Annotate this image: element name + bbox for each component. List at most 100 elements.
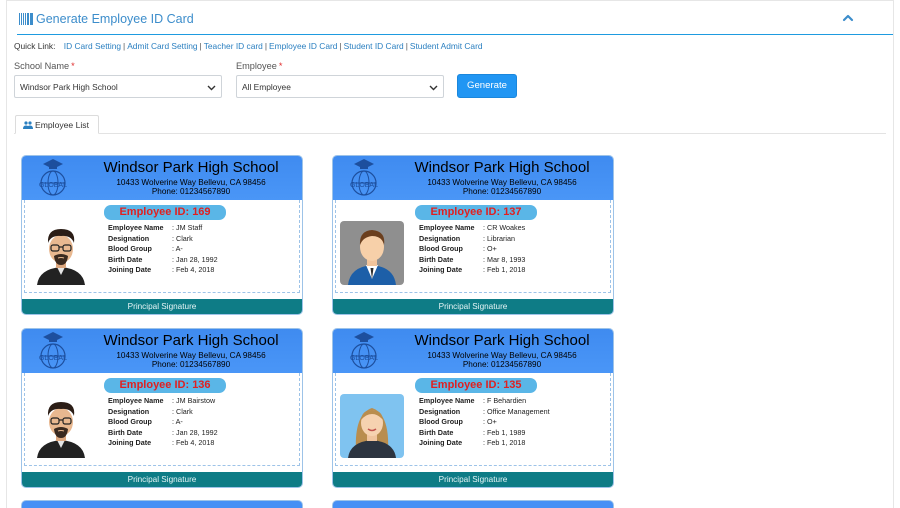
employee-info: Employee Name JM Bairstow Designation Clark… — [108, 396, 218, 449]
field-value: JM Bairstow — [172, 396, 215, 405]
man-beard-avatar — [29, 221, 93, 285]
field-label: Joining Date — [108, 265, 152, 275]
quick-link-teacher-id-card[interactable]: Teacher ID card — [204, 41, 263, 51]
info-row-name: Employee Name F Behardien — [419, 396, 550, 407]
quick-links-label: Quick Link: — [14, 41, 56, 51]
id-card: GLOBAL Windsor Park High School 10433 Wolv… — [332, 155, 614, 315]
card-header: GLOBAL Windsor Park High School 10433 Wolv… — [333, 156, 613, 200]
school-address: 10433 Wolverine Way Bellevu, CA 98456 — [427, 178, 577, 187]
chevron-up-icon[interactable] — [841, 11, 855, 25]
tab-divider — [14, 133, 886, 134]
field-label: Blood Group — [108, 417, 152, 427]
card-header: GLOBAL Windsor Park High School 10433 Wolv… — [22, 156, 302, 200]
school-phone: Phone: 01234567890 — [462, 187, 542, 196]
card-body: Employee ID: 137 Employee Name CR Woakes De… — [335, 200, 611, 293]
employee-photo — [29, 221, 93, 285]
id-card-partial — [332, 500, 614, 508]
link-separator: | — [199, 41, 202, 51]
employee-photo — [340, 394, 404, 458]
field-label: Employee Name — [108, 223, 164, 232]
field-label: Designation — [108, 233, 150, 243]
field-label: Employee Name — [419, 223, 475, 232]
field-label: Employee Name — [108, 396, 164, 405]
card-body: Employee ID: 135 Employee Name F Behardien… — [335, 373, 611, 466]
field-value: Feb 4, 2018 — [172, 265, 214, 274]
quick-link-student-id-card[interactable]: Student ID Card — [344, 41, 404, 51]
quick-link-student-admit-card[interactable]: Student Admit Card — [410, 41, 483, 51]
school-address: 10433 Wolverine Way Bellevu, CA 98456 — [116, 351, 266, 360]
school-name: Windsor Park High School — [414, 332, 590, 349]
school-phone: Phone: 01234567890 — [151, 187, 231, 196]
field-value: JM Staff — [172, 223, 202, 232]
school-name: Windsor Park High School — [103, 332, 279, 349]
info-row-joining: Joining Date Feb 4, 2018 — [108, 438, 218, 449]
field-label: Joining Date — [419, 438, 463, 448]
employee-info: Employee Name F Behardien Designation Offic… — [419, 396, 550, 449]
link-separator: | — [405, 41, 408, 51]
quick-link-id-card-setting[interactable]: ID Card Setting — [64, 41, 121, 51]
info-row-birth: Birth Date Jan 28, 1992 — [108, 255, 218, 266]
info-row-birth: Birth Date Mar 8, 1993 — [419, 255, 525, 266]
quick-links: Quick Link: ID Card Setting | Admit Card S… — [14, 41, 483, 51]
barcode-icon — [19, 13, 33, 25]
field-value: Feb 1, 1989 — [483, 428, 525, 437]
chevron-down-icon — [429, 85, 438, 91]
field-label: Designation — [108, 406, 150, 416]
page-title: Generate Employee ID Card — [36, 12, 194, 26]
info-row-joining: Joining Date Feb 1, 2018 — [419, 265, 525, 276]
field-value: Clark — [172, 234, 193, 243]
quick-link-admit-card-setting[interactable]: Admit Card Setting — [127, 41, 197, 51]
employee-id-badge: Employee ID: 135 — [415, 378, 537, 393]
woman-avatar — [340, 394, 404, 458]
id-card: GLOBAL Windsor Park High School 10433 Wolv… — [21, 328, 303, 488]
field-value: Office Management — [483, 407, 550, 416]
field-value: Mar 8, 1993 — [483, 255, 525, 264]
school-phone: Phone: 01234567890 — [462, 360, 542, 369]
info-row-blood: Blood Group A- — [108, 417, 218, 428]
generate-button[interactable]: Generate — [457, 74, 517, 98]
chevron-down-icon — [207, 85, 216, 91]
field-value: Feb 1, 2018 — [483, 265, 525, 274]
school-address: 10433 Wolverine Way Bellevu, CA 98456 — [116, 178, 266, 187]
info-row-blood: Blood Group A- — [108, 244, 218, 255]
panel-header: Generate Employee ID Card — [17, 11, 893, 35]
field-label: Joining Date — [419, 265, 463, 275]
info-row-joining: Joining Date Feb 1, 2018 — [419, 438, 550, 449]
field-label: Birth Date — [419, 254, 454, 264]
field-value: Jan 28, 1992 — [172, 428, 218, 437]
info-row-birth: Birth Date Feb 1, 1989 — [419, 428, 550, 439]
field-label: Blood Group — [419, 244, 463, 254]
school-name: Windsor Park High School — [414, 159, 590, 176]
school-phone: Phone: 01234567890 — [151, 360, 231, 369]
link-separator: | — [264, 41, 268, 51]
school-name-select[interactable]: Windsor Park High School — [14, 75, 222, 98]
info-row-name: Employee Name JM Staff — [108, 223, 218, 234]
tab-employee-list[interactable]: Employee List — [15, 115, 99, 134]
employee-info: Employee Name JM Staff Designation ClarkBlo… — [108, 223, 218, 276]
link-separator: | — [123, 41, 126, 51]
field-label: Employee Name — [419, 396, 475, 405]
info-row-blood: Blood Group O+ — [419, 244, 525, 255]
field-value: Librarian — [483, 234, 515, 243]
info-row-birth: Birth Date Jan 28, 1992 — [108, 428, 218, 439]
field-value: Feb 4, 2018 — [172, 438, 214, 447]
principal-signature: Principal Signature — [333, 299, 613, 314]
id-card: GLOBAL Windsor Park High School 10433 Wolv… — [332, 328, 614, 488]
employee-select[interactable]: All Employee — [236, 75, 444, 98]
quick-link-employee-id-card[interactable]: Employee ID Card — [269, 41, 337, 51]
field-label: Designation — [419, 233, 461, 243]
field-value: Jan 28, 1992 — [172, 255, 218, 264]
users-icon — [23, 121, 33, 129]
employee-info: Employee Name CR Woakes Designation Librari… — [419, 223, 525, 276]
id-card: GLOBAL Windsor Park High School 10433 Wolv… — [21, 155, 303, 315]
field-value: O+ — [483, 244, 497, 253]
principal-signature: Principal Signature — [333, 472, 613, 487]
field-label: Designation — [419, 406, 461, 416]
field-value: A- — [172, 244, 183, 253]
info-row-designation: Designation Librarian — [419, 234, 525, 245]
info-row-designation: Designation Clark — [108, 234, 218, 245]
school-name: Windsor Park High School — [103, 159, 279, 176]
card-body: Employee ID: 169 Employee Name JM Staff Des… — [24, 200, 300, 293]
card-header: GLOBAL Windsor Park High School 10433 Wolv… — [22, 329, 302, 373]
man-beard-avatar — [29, 394, 93, 458]
